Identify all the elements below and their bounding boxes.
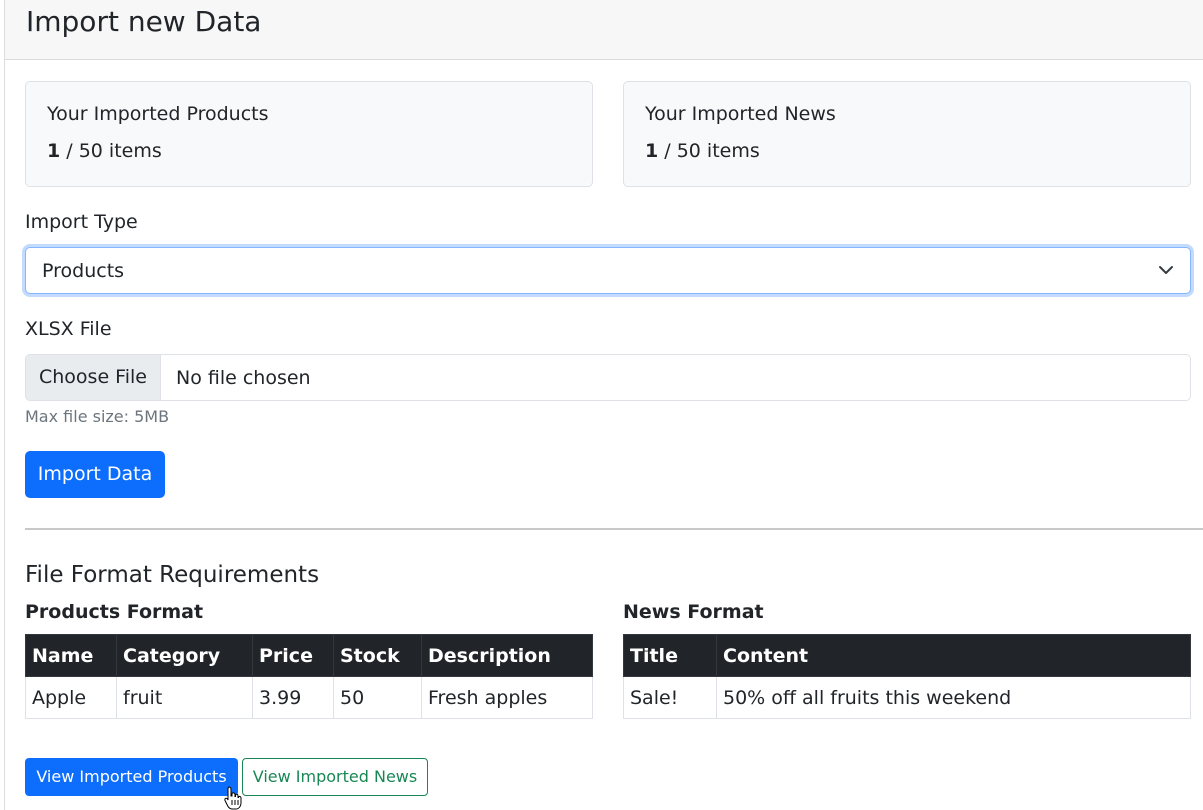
- table-row: Sale! 50% off all fruits this weekend: [623, 676, 1191, 719]
- table-cell: fruit: [116, 676, 253, 719]
- chevron-down-icon: [1159, 266, 1173, 274]
- page-title: Import new Data: [26, 5, 262, 38]
- file-input[interactable]: Choose File No file chosen: [25, 354, 1191, 401]
- card-border: [4, 60, 5, 810]
- news-count-suffix: / 50 items: [658, 140, 760, 162]
- view-imported-products-button[interactable]: View Imported Products: [25, 758, 238, 796]
- table-cell: Fresh apples: [421, 676, 593, 719]
- file-size-hint: Max file size: 5MB: [25, 407, 170, 426]
- imported-products-count: 1 / 50 items: [47, 139, 162, 163]
- imported-news-title: Your Imported News: [645, 103, 836, 125]
- column-header: Category: [116, 634, 253, 677]
- table-cell: 50% off all fruits this weekend: [716, 676, 1191, 719]
- table-cell: Apple: [25, 676, 117, 719]
- import-type-select[interactable]: Products: [25, 247, 1191, 294]
- column-header: Name: [25, 634, 117, 677]
- column-header: Price: [252, 634, 334, 677]
- import-type-label: Import Type: [25, 211, 138, 233]
- table-cell: Sale!: [623, 676, 717, 719]
- view-imported-news-button[interactable]: View Imported News: [242, 758, 428, 796]
- choose-file-button[interactable]: Choose File: [26, 355, 161, 400]
- xlsx-file-label: XLSX File: [25, 318, 112, 340]
- news-count-value: 1: [645, 140, 659, 162]
- hand-pointer-icon: [224, 786, 242, 810]
- table-row: Apple fruit 3.99 50 Fresh apples: [25, 676, 593, 719]
- imported-news-count: 1 / 50 items: [645, 139, 760, 163]
- table-header-row: Name Category Price Stock Description: [25, 634, 593, 677]
- requirements-title: File Format Requirements: [25, 562, 320, 588]
- products-count-value: 1: [47, 140, 61, 162]
- products-format-table: Name Category Price Stock Description Ap…: [25, 634, 593, 719]
- products-count-suffix: / 50 items: [60, 140, 162, 162]
- news-format-title: News Format: [623, 601, 764, 623]
- news-format-table: Title Content Sale! 50% off all fruits t…: [623, 634, 1191, 719]
- table-cell: 3.99: [252, 676, 334, 719]
- imported-news-card: Your Imported News 1 / 50 items: [623, 81, 1191, 187]
- products-format-title: Products Format: [25, 601, 204, 623]
- column-header: Description: [421, 634, 593, 677]
- column-header: Stock: [333, 634, 422, 677]
- divider: [25, 528, 1203, 530]
- imported-products-title: Your Imported Products: [47, 103, 269, 125]
- column-header: Content: [716, 634, 1191, 677]
- import-type-value: Products: [42, 260, 125, 282]
- import-data-button[interactable]: Import Data: [25, 451, 165, 498]
- table-cell: 50: [333, 676, 422, 719]
- file-status: No file chosen: [176, 367, 311, 389]
- card-header: Import new Data: [4, 0, 1203, 60]
- column-header: Title: [623, 634, 717, 677]
- imported-products-card: Your Imported Products 1 / 50 items: [25, 81, 593, 187]
- table-header-row: Title Content: [623, 634, 1191, 677]
